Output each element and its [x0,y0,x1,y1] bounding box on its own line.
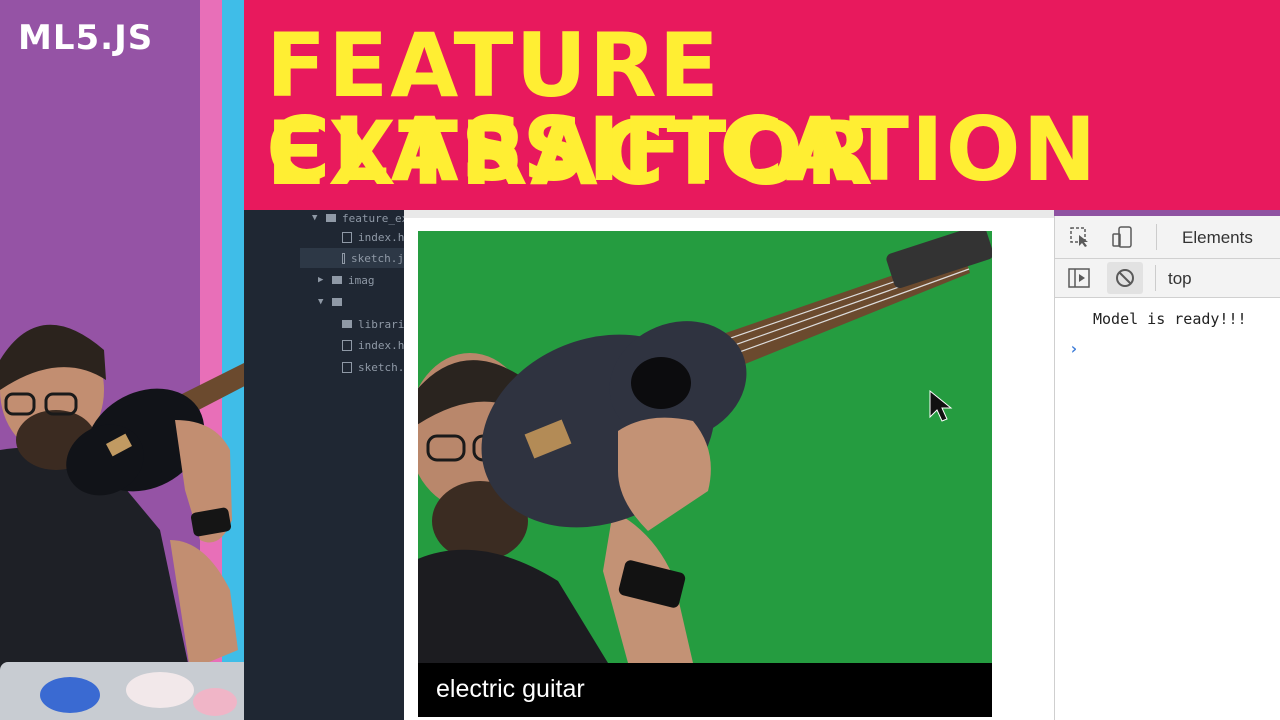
tree-file-index[interactable]: index.ht [342,228,411,246]
console-prompt[interactable]: › [1069,339,1079,358]
classification-label-bar: electric guitar [418,663,992,717]
ml5-logo: ML5.JS [18,18,154,58]
folder-icon [332,298,342,306]
device-toggle-icon[interactable] [1111,225,1133,253]
devtools-separator [1155,265,1156,291]
folder-icon [342,320,352,328]
tree-folder-example[interactable]: ▼ [318,294,348,310]
title-line-2: CLASSIFICATION [266,98,1099,201]
devtools-panel: Elements top Model is ready!!! › [1054,216,1280,720]
clear-console-button[interactable] [1107,262,1143,294]
devtools-separator [1156,224,1157,250]
file-icon [342,252,346,264]
chevron-right-icon: ▶ [318,275,324,285]
inspect-cursor-icon[interactable] [1069,226,1091,252]
browser-viewport: electric guitar [404,210,1054,720]
presenter-illustration [0,324,244,720]
sidebar-toggle-icon[interactable] [1067,267,1091,293]
folder-icon [326,214,336,222]
console-message: Model is ready!!! [1093,310,1247,328]
title-banner: FEATURE EXTRACTOR CLASSIFICATION [244,0,1280,210]
file-icon [342,339,352,351]
tree-folder-images[interactable]: ▶ imag [318,272,375,288]
file-icon [342,231,352,243]
classification-label: electric guitar [436,675,585,703]
file-icon [342,361,352,373]
chevron-down-icon: ▼ [312,213,318,223]
folder-icon [332,276,342,284]
tree-folder-feature-extractor[interactable]: ▼ feature_ext [312,210,415,226]
tree-file-index-2[interactable]: index.ht [342,336,411,354]
tab-elements[interactable]: Elements [1182,228,1253,248]
presenter-overlay [0,290,244,720]
chevron-down-icon: ▼ [318,297,324,307]
console-toolbar: top [1055,259,1280,298]
clear-console-icon [1116,269,1134,287]
browser-top-strip [404,210,1054,218]
tree-file-sketch-selected[interactable]: sketch.j [300,248,404,268]
devtools-tab-bar: Elements [1055,216,1280,259]
webcam-frame-illustration [418,231,992,663]
context-selector[interactable]: top [1168,269,1192,289]
tree-file-sketch-2[interactable]: sketch.j [342,358,411,376]
webcam-canvas [418,231,992,663]
editor-file-tree: ▼ feature_ext index.ht sketch.j ▶ imag ▼… [244,210,418,720]
